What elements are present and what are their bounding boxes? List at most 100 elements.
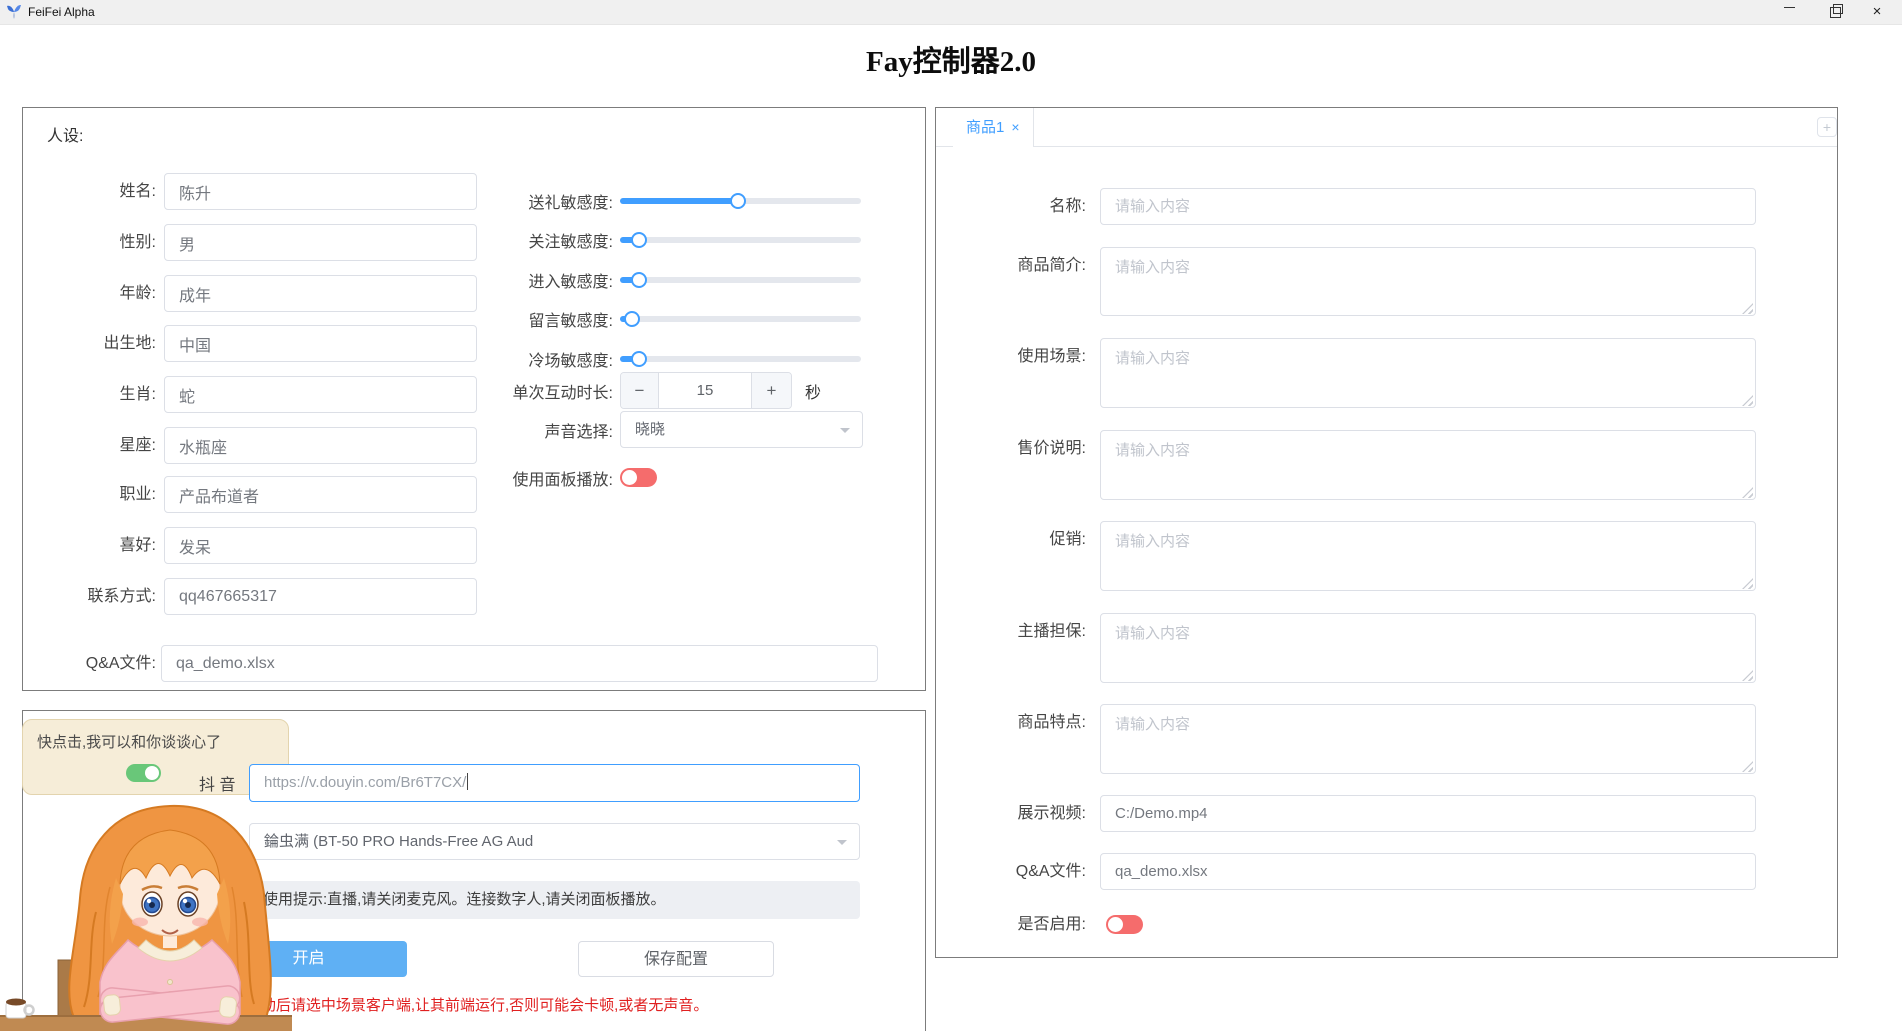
mic-select[interactable]: 錀虫满 (BT-50 PRO Hands-Free AG Aud xyxy=(249,823,860,860)
enable-switch[interactable] xyxy=(1106,915,1143,934)
duration-value[interactable]: 15 xyxy=(658,373,752,408)
persona-row: 联系方式: xyxy=(23,578,927,615)
product-row: Q&A文件: xyxy=(936,853,1839,890)
minimize-button[interactable] xyxy=(1772,0,1806,24)
slider-knob[interactable] xyxy=(730,193,747,209)
occupation-input[interactable] xyxy=(164,476,477,513)
duration-plus-button[interactable]: + xyxy=(751,373,791,408)
window-titlebar: FeiFei Alpha × xyxy=(0,0,1902,25)
qa-file-input[interactable] xyxy=(161,645,878,682)
name-input[interactable] xyxy=(164,173,477,210)
name-label: 姓名: xyxy=(119,183,156,200)
duration-minus-button[interactable]: − xyxy=(621,373,659,408)
product-features-label: 商品特点: xyxy=(1017,714,1086,731)
voice-select[interactable]: 晓晓 xyxy=(620,411,863,448)
product-intro-textarea[interactable] xyxy=(1100,247,1756,316)
switch-knob xyxy=(145,766,159,780)
age-input[interactable] xyxy=(164,275,477,312)
zodiac-label: 生肖: xyxy=(119,386,156,403)
product-name-input[interactable] xyxy=(1100,188,1756,225)
anchor-guarantee-label: 主播担保: xyxy=(1017,623,1086,640)
douyin-url-input[interactable]: https://v.douyin.com/Br6T7CX/ xyxy=(249,764,860,802)
gender-input[interactable] xyxy=(164,224,477,261)
enable-label: 是否启用: xyxy=(1017,916,1086,933)
comment-sensitivity-slider[interactable] xyxy=(620,311,861,327)
product-name-label: 名称: xyxy=(1049,198,1086,215)
promotion-textarea[interactable] xyxy=(1100,521,1756,591)
product-qa-input[interactable] xyxy=(1100,853,1756,890)
price-desc-textarea[interactable] xyxy=(1100,430,1756,500)
slider-knob[interactable] xyxy=(631,272,648,288)
promotion-label: 促销: xyxy=(1049,531,1086,548)
tab-product-1[interactable]: 商品1 × xyxy=(953,108,1034,147)
product-features-textarea[interactable] xyxy=(1100,704,1756,774)
slider-knob[interactable] xyxy=(624,311,641,327)
slider-row: 关注敏感度: xyxy=(463,230,913,251)
product-tabbar: 商品1 × + xyxy=(936,108,1837,147)
slider-knob[interactable] xyxy=(631,232,648,248)
anchor-guarantee-textarea[interactable] xyxy=(1100,613,1756,683)
chevron-down-icon xyxy=(840,428,850,433)
gift-sensitivity-label: 送礼敏感度: xyxy=(528,195,613,212)
window-title: FeiFei Alpha xyxy=(28,5,95,19)
hobby-input[interactable] xyxy=(164,527,477,564)
product-row: 名称: xyxy=(936,188,1839,225)
add-tab-button[interactable]: + xyxy=(1817,117,1837,137)
zodiac-input[interactable] xyxy=(164,376,477,413)
demo-video-input[interactable] xyxy=(1100,795,1756,832)
maximize-button[interactable] xyxy=(1818,0,1852,24)
usage-scene-textarea[interactable] xyxy=(1100,338,1756,408)
persona-heading: 人设: xyxy=(47,128,84,145)
minimize-icon xyxy=(1783,7,1795,8)
duration-label: 单次互动时长: xyxy=(512,384,613,402)
contact-label: 联系方式: xyxy=(87,588,156,605)
usage-scene-label: 使用场景: xyxy=(1017,348,1086,365)
product-intro-label: 商品简介: xyxy=(1017,257,1086,274)
mic-select-value: 錀虫满 (BT-50 PRO Hands-Free AG Aud xyxy=(264,833,534,850)
tab-label: 商品1 xyxy=(966,119,1005,136)
douyin-switch[interactable] xyxy=(126,764,161,782)
text-cursor xyxy=(467,773,469,790)
comment-sensitivity-label: 留言敏感度: xyxy=(528,313,613,330)
voice-label: 声音选择: xyxy=(544,423,613,441)
panel-play-label: 使用面板播放: xyxy=(512,471,613,489)
idle-sensitivity-label: 冷场敏感度: xyxy=(528,353,613,370)
gift-sensitivity-slider[interactable] xyxy=(620,193,861,209)
usage-hint: 使用提示:直播,请关闭麦克风。连接数字人,请关闭面板播放。 xyxy=(249,881,860,919)
douyin-url-text: https://v.douyin.com/Br6T7CX/ xyxy=(264,774,467,791)
close-button[interactable]: × xyxy=(1860,0,1894,24)
birthplace-label: 出生地: xyxy=(103,335,156,352)
slider-row: 进入敏感度: xyxy=(463,270,913,291)
duration-unit: 秒 xyxy=(805,384,822,402)
demo-video-label: 展示视频: xyxy=(1017,805,1086,822)
slider-row: 送礼敏感度: xyxy=(463,191,913,212)
chat-bubble-text: 快点击,我可以和你谈谈心了 xyxy=(37,734,222,751)
hobby-label: 喜好: xyxy=(119,537,156,554)
constellation-input[interactable] xyxy=(164,427,477,464)
enter-sensitivity-label: 进入敏感度: xyxy=(528,274,613,291)
idle-sensitivity-slider[interactable] xyxy=(620,351,861,367)
panel-play-switch[interactable] xyxy=(620,468,657,487)
slider-row: 冷场敏感度: xyxy=(463,349,913,370)
gender-label: 性别: xyxy=(119,234,156,251)
qa-file-label: Q&A文件: xyxy=(85,655,156,672)
panel-play-row: 使用面板播放: xyxy=(463,468,913,489)
persona-panel: 人设: 姓名: 性别: 年龄: 出生地: 生肖: 星座: 职业: xyxy=(22,107,926,691)
contact-input[interactable] xyxy=(164,578,477,615)
occupation-label: 职业: xyxy=(119,486,156,503)
tab-close-icon[interactable]: × xyxy=(1011,119,1019,135)
product-row: 促销: xyxy=(936,521,1839,591)
app-window: FeiFei Alpha × Fay控制器2.0 人设: 姓名: 性别: 年龄:… xyxy=(0,0,1902,1031)
duration-row: 单次互动时长: − 15 + 秒 xyxy=(463,372,913,409)
product-row: 展示视频: xyxy=(936,795,1839,832)
product-row: 是否启用: xyxy=(936,915,1839,934)
follow-sensitivity-slider[interactable] xyxy=(620,232,861,248)
birthplace-input[interactable] xyxy=(164,325,477,362)
age-label: 年龄: xyxy=(119,285,156,302)
slider-row: 留言敏感度: xyxy=(463,309,913,330)
enter-sensitivity-slider[interactable] xyxy=(620,272,861,288)
page-title: Fay控制器2.0 xyxy=(866,46,1036,78)
product-qa-label: Q&A文件: xyxy=(1015,863,1086,880)
save-config-button[interactable]: 保存配置 xyxy=(578,941,774,977)
slider-knob[interactable] xyxy=(631,351,648,367)
